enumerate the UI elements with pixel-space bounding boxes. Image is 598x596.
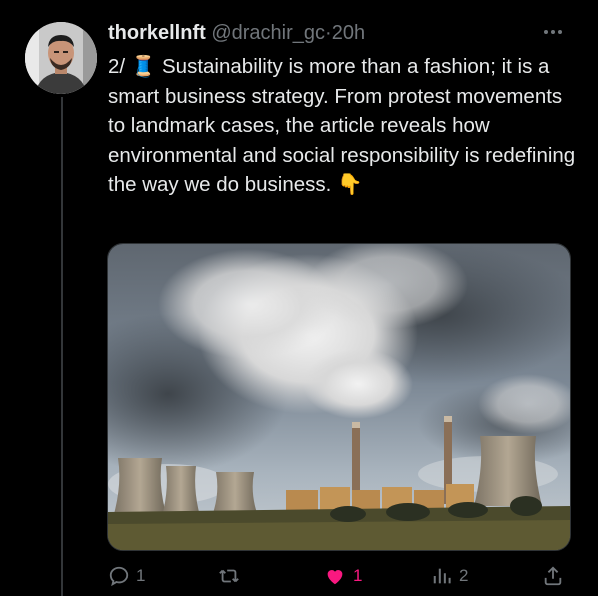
avatar-image (25, 22, 97, 94)
heart-icon (327, 570, 343, 585)
tweet-header: thorkellnft @drachir_gc·20h (108, 19, 365, 47)
power-plant-photo (108, 244, 570, 550)
thread-line (61, 97, 63, 596)
tweet-container[interactable]: thorkellnft @drachir_gc·20h 2/ 🧵 Sustain… (0, 0, 598, 596)
tweet-actions: 1 1 2 (0, 560, 598, 592)
reply-icon (109, 566, 129, 587)
user-handle[interactable]: @drachir_gc (211, 22, 325, 44)
tweet-text: 2/ 🧵 Sustainability is more than a fashi… (108, 55, 581, 196)
share-icon (544, 566, 562, 586)
display-name[interactable]: thorkellnft (108, 22, 206, 44)
retweet-button[interactable] (217, 560, 247, 592)
like-count: 1 (353, 566, 363, 585)
retweet-icon (219, 569, 239, 583)
share-button[interactable] (542, 560, 564, 592)
views-button[interactable]: 2 (431, 560, 468, 592)
like-button[interactable]: 1 (323, 560, 362, 592)
more-icon[interactable] (544, 22, 568, 42)
views-count: 2 (459, 566, 469, 585)
timestamp[interactable]: 20h (332, 22, 365, 44)
separator: · (325, 22, 332, 44)
avatar[interactable] (25, 22, 97, 94)
reply-count: 1 (136, 566, 146, 585)
tweet-image[interactable] (107, 243, 571, 551)
reply-button[interactable]: 1 (108, 560, 145, 592)
views-icon (433, 568, 451, 584)
